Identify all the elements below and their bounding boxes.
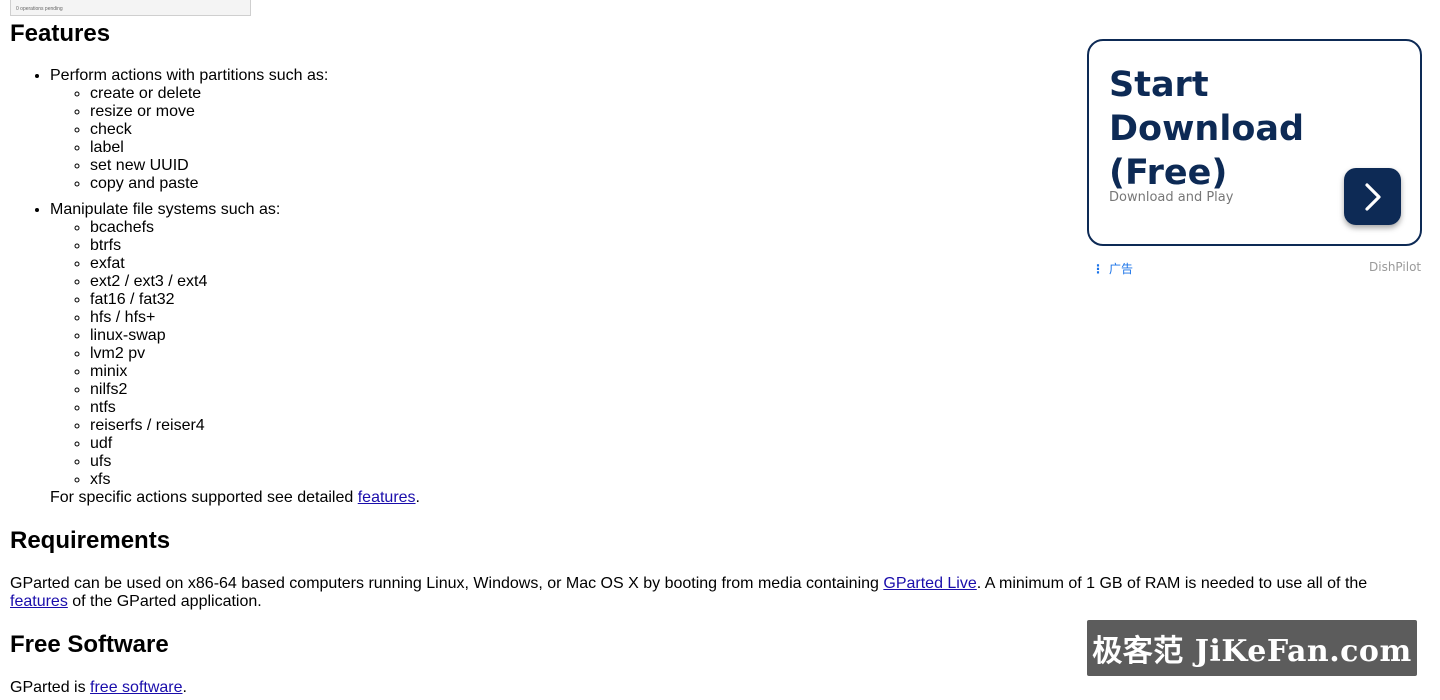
list-item: label bbox=[90, 139, 420, 157]
list-item: nilfs2 bbox=[90, 381, 420, 399]
list-item: btrfs bbox=[90, 237, 420, 255]
watermark: 极客范 JiKeFan.com bbox=[1087, 620, 1417, 676]
screenshot-thumbnail: 0 operations pending bbox=[10, 0, 251, 16]
features-link-2[interactable]: features bbox=[10, 593, 68, 610]
list-item: fat16 / fat32 bbox=[90, 291, 420, 309]
list-item: set new UUID bbox=[90, 157, 420, 175]
features-note: For specific actions supported see detai… bbox=[50, 489, 420, 507]
ad-brand: DishPilot bbox=[1369, 260, 1422, 274]
filesystems-intro: Manipulate file systems such as: bbox=[50, 201, 281, 218]
ad-choices[interactable]: ⋮ 广告 bbox=[1092, 260, 1133, 277]
list-item: ntfs bbox=[90, 399, 420, 417]
list-item: ext2 / ext3 / ext4 bbox=[90, 273, 420, 291]
list-item: reiserfs / reiser4 bbox=[90, 417, 420, 435]
free-text-2: . bbox=[182, 679, 187, 696]
list-item: linux-swap bbox=[90, 327, 420, 345]
features-list: Perform actions with partitions such as:… bbox=[10, 67, 420, 515]
ad-card[interactable]: Start Download (Free) Download and Play bbox=[1087, 39, 1422, 246]
ad-download-button[interactable] bbox=[1344, 168, 1401, 225]
list-item: exfat bbox=[90, 255, 420, 273]
req-text-3: of the GParted application. bbox=[67, 593, 262, 610]
partitions-intro: Perform actions with partitions such as: bbox=[50, 67, 329, 84]
thumbnail-caption: 0 operations pending bbox=[16, 6, 63, 12]
chevron-right-icon bbox=[1364, 182, 1381, 211]
list-item: bcachefs bbox=[90, 219, 420, 237]
list-item: copy and paste bbox=[90, 175, 420, 193]
filesystems-list: bcachefsbtrfsexfatext2 / ext3 / ext4fat1… bbox=[50, 219, 420, 489]
list-item: resize or move bbox=[90, 103, 420, 121]
req-text-1: GParted can be used on x86-64 based comp… bbox=[10, 575, 884, 592]
free-software-heading: Free Software bbox=[10, 631, 169, 658]
requirements-paragraph: GParted can be used on x86-64 based comp… bbox=[10, 575, 1390, 611]
ad-label: 广告 bbox=[1109, 262, 1134, 276]
free-text-1: GParted is bbox=[10, 679, 91, 696]
features-heading: Features bbox=[10, 20, 111, 47]
note-period: . bbox=[415, 489, 420, 506]
free-software-paragraph: GParted is free software. bbox=[10, 679, 1390, 697]
list-item: Manipulate file systems such as: bcachef… bbox=[50, 201, 420, 507]
list-item: lvm2 pv bbox=[90, 345, 420, 363]
list-item: hfs / hfs+ bbox=[90, 309, 420, 327]
more-vert-icon[interactable]: ⋮ bbox=[1092, 262, 1104, 276]
list-item: create or delete bbox=[90, 85, 420, 103]
partition-actions-list: create or deleteresize or movechecklabel… bbox=[50, 85, 420, 193]
free-software-link[interactable]: free software bbox=[90, 679, 182, 696]
requirements-heading: Requirements bbox=[10, 527, 171, 554]
features-link[interactable]: features bbox=[358, 489, 416, 506]
ad-subtitle: Download and Play bbox=[1109, 190, 1234, 205]
list-item: udf bbox=[90, 435, 420, 453]
list-item: ufs bbox=[90, 453, 420, 471]
note-text: For specific actions supported see detai… bbox=[50, 489, 358, 506]
list-item: check bbox=[90, 121, 420, 139]
req-text-2: . A minimum of 1 GB of RAM is needed to … bbox=[976, 575, 1368, 592]
list-item: minix bbox=[90, 363, 420, 381]
list-item: xfs bbox=[90, 471, 420, 489]
gparted-live-link[interactable]: GParted Live bbox=[883, 575, 976, 592]
list-item: Perform actions with partitions such as:… bbox=[50, 67, 420, 193]
